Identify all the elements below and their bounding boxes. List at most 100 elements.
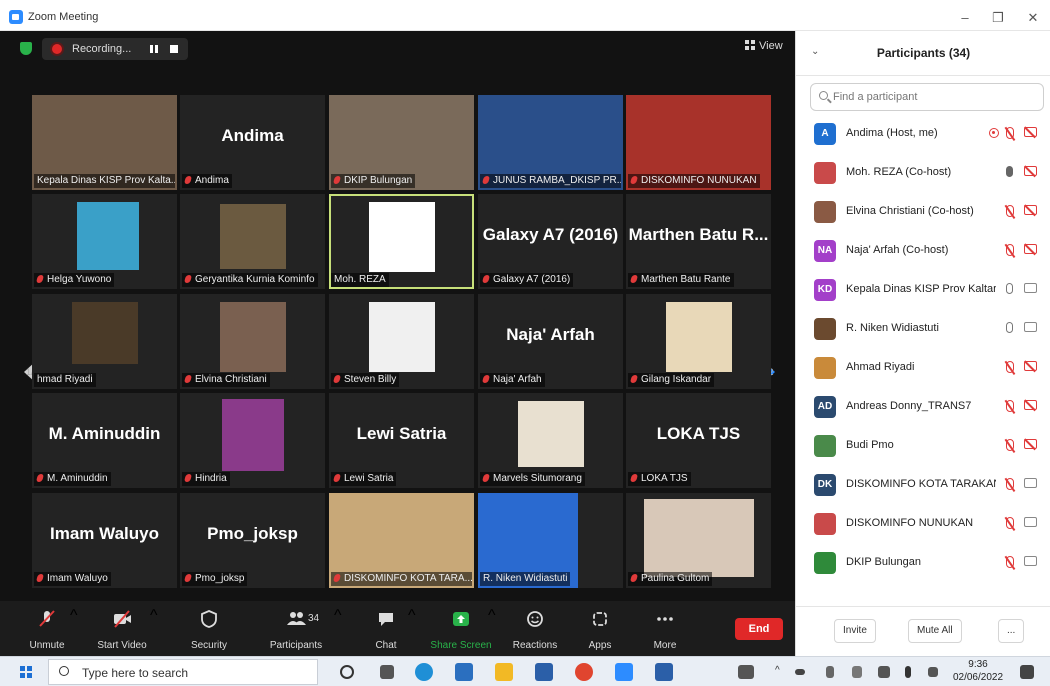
video-tile[interactable]: DKIP Bulungan bbox=[329, 95, 474, 190]
participant-row[interactable]: DISKOMINFO NUNUKAN bbox=[796, 505, 1050, 544]
view-button[interactable]: View bbox=[745, 40, 783, 52]
participant-row[interactable]: DK DISKOMINFO KOTA TARAKAN bbox=[796, 466, 1050, 505]
share-screen-button[interactable]: Share Screen bbox=[428, 607, 494, 653]
video-tile[interactable]: Paulina Gultom bbox=[626, 493, 771, 588]
participant-row[interactable]: A Andima (Host, me) bbox=[796, 115, 1050, 154]
windows-start-icon[interactable] bbox=[20, 666, 32, 678]
mic-muted-icon[interactable] bbox=[1006, 517, 1016, 531]
security-button[interactable]: Security bbox=[186, 607, 232, 653]
notifications-icon[interactable] bbox=[1020, 665, 1034, 679]
participant-search[interactable] bbox=[810, 83, 1044, 111]
cortana-icon[interactable] bbox=[340, 665, 354, 679]
video-tile[interactable]: Steven Billy bbox=[329, 294, 474, 389]
video-tile[interactable]: Marthen Batu R... Marthen Batu Rante bbox=[626, 194, 771, 289]
participant-row[interactable]: R. Niken Widiastuti bbox=[796, 310, 1050, 349]
video-tile[interactable]: Andima Andima bbox=[180, 95, 325, 190]
shield-icon[interactable] bbox=[20, 42, 32, 55]
video-tile[interactable]: LOKA TJS LOKA TJS bbox=[626, 393, 771, 488]
panel-more-button[interactable]: ... bbox=[998, 619, 1025, 643]
invite-button[interactable]: Invite bbox=[834, 619, 876, 643]
end-meeting-button[interactable]: End bbox=[735, 618, 783, 640]
volume-icon[interactable] bbox=[928, 667, 938, 677]
camera-off-icon[interactable] bbox=[1024, 244, 1038, 258]
minimize-button[interactable]: – bbox=[955, 10, 975, 25]
video-tile[interactable]: Pmo_joksp Pmo_joksp bbox=[180, 493, 325, 588]
camera-icon[interactable] bbox=[1024, 322, 1038, 336]
mic-icon[interactable] bbox=[1006, 283, 1016, 297]
participant-row[interactable]: Elvina Christiani (Co-host) bbox=[796, 193, 1050, 232]
chat-button[interactable]: Chat bbox=[366, 607, 406, 653]
taskbar-clock[interactable]: 9:36 02/06/2022 bbox=[948, 658, 1008, 684]
participant-row[interactable]: AD Andreas Donny_TRANS7 bbox=[796, 388, 1050, 427]
participants-button[interactable]: 34 Participants bbox=[265, 607, 327, 653]
tray-app-2-icon[interactable] bbox=[878, 666, 890, 678]
video-tile[interactable]: Elvina Christiani bbox=[180, 294, 325, 389]
edge-browser-icon[interactable] bbox=[415, 663, 433, 681]
camera-off-icon[interactable] bbox=[1024, 166, 1038, 180]
pause-icon[interactable] bbox=[150, 45, 158, 53]
video-tile[interactable]: Marvels Situmorang bbox=[478, 393, 623, 488]
network-icon[interactable] bbox=[826, 666, 834, 678]
mic-muted-icon[interactable] bbox=[1006, 556, 1016, 570]
camera-off-icon[interactable] bbox=[1024, 127, 1038, 141]
mic-muted-icon[interactable] bbox=[1006, 361, 1016, 375]
unmute-button[interactable]: Unmute bbox=[24, 607, 70, 653]
start-video-button[interactable]: Start Video bbox=[92, 607, 152, 653]
mic-muted-icon[interactable] bbox=[1006, 439, 1016, 453]
video-tile[interactable]: DISKOMINFO NUNUKAN bbox=[626, 95, 771, 190]
task-view-icon[interactable] bbox=[380, 665, 394, 679]
file-explorer-icon[interactable] bbox=[495, 663, 513, 681]
video-tile[interactable]: Imam Waluyo Imam Waluyo bbox=[32, 493, 177, 588]
camera-icon[interactable] bbox=[1024, 556, 1038, 570]
battery-icon[interactable] bbox=[795, 669, 805, 675]
mic-muted-icon[interactable] bbox=[1006, 478, 1016, 492]
more-button[interactable]: More bbox=[645, 607, 685, 653]
store-icon[interactable] bbox=[455, 663, 473, 681]
video-tile[interactable]: Naja' Arfah Naja' Arfah bbox=[478, 294, 623, 389]
tray-chevron-icon[interactable]: ^ bbox=[775, 665, 780, 676]
participant-row[interactable]: KD Kepala Dinas KISP Prov Kaltara bbox=[796, 271, 1050, 310]
word-icon[interactable] bbox=[655, 663, 673, 681]
mic-tray-icon[interactable] bbox=[905, 666, 911, 678]
reactions-button[interactable]: Reactions bbox=[508, 607, 562, 653]
camera-off-icon[interactable] bbox=[1024, 400, 1038, 414]
zoom-taskbar-icon[interactable] bbox=[615, 663, 633, 681]
apps-button[interactable]: Apps bbox=[580, 607, 620, 653]
chat-chevron-icon[interactable]: ^ bbox=[408, 607, 416, 653]
participant-row[interactable]: DKIP Bulungan bbox=[796, 544, 1050, 583]
restore-button[interactable]: ❐ bbox=[988, 10, 1008, 26]
camera-off-icon[interactable] bbox=[1024, 205, 1038, 219]
video-tile[interactable]: Lewi Satria Lewi Satria bbox=[329, 393, 474, 488]
camera-icon[interactable] bbox=[1024, 283, 1038, 297]
taskbar-search[interactable]: Type here to search bbox=[48, 659, 318, 685]
video-tile[interactable]: Kepala Dinas KISP Prov Kalta... bbox=[32, 95, 177, 190]
video-tile[interactable]: Gilang Iskandar bbox=[626, 294, 771, 389]
participant-row[interactable]: Moh. REZA (Co-host) bbox=[796, 154, 1050, 193]
video-tile[interactable]: R. Niken Widiastuti bbox=[478, 493, 623, 588]
participant-row[interactable]: NA Naja' Arfah (Co-host) bbox=[796, 232, 1050, 271]
video-tile[interactable]: Moh. REZA bbox=[329, 194, 474, 289]
video-tile[interactable]: Galaxy A7 (2016) Galaxy A7 (2016) bbox=[478, 194, 623, 289]
video-tile[interactable]: DISKOMINFO KOTA TARA... bbox=[329, 493, 474, 588]
mute-all-button[interactable]: Mute All bbox=[908, 619, 962, 643]
video-tile[interactable]: Helga Yuwono bbox=[32, 194, 177, 289]
mic-muted-icon[interactable] bbox=[1006, 205, 1016, 219]
mic-active-icon[interactable] bbox=[1006, 166, 1016, 180]
share-chevron-icon[interactable]: ^ bbox=[488, 607, 496, 653]
camera-off-icon[interactable] bbox=[1024, 439, 1038, 453]
camera-off-icon[interactable] bbox=[1024, 361, 1038, 375]
camera-icon[interactable] bbox=[1024, 517, 1038, 531]
video-tile[interactable]: M. Aminuddin M. Aminuddin bbox=[32, 393, 177, 488]
video-tile[interactable]: hmad Riyadi bbox=[32, 294, 177, 389]
mic-muted-icon[interactable] bbox=[1006, 244, 1016, 258]
audio-options-chevron-icon[interactable]: ^ bbox=[70, 607, 78, 653]
camera-icon[interactable] bbox=[1024, 478, 1038, 492]
video-tile[interactable]: Hindria bbox=[180, 393, 325, 488]
participant-row[interactable]: Ahmad Riyadi bbox=[796, 349, 1050, 388]
participants-chevron-icon[interactable]: ^ bbox=[334, 607, 342, 653]
mic-icon[interactable] bbox=[1006, 322, 1016, 336]
tray-app-icon[interactable] bbox=[852, 666, 862, 678]
chrome-icon[interactable] bbox=[575, 663, 593, 681]
video-tile[interactable]: Geryantika Kurnia Kominfo bbox=[180, 194, 325, 289]
stop-icon[interactable] bbox=[170, 45, 178, 53]
